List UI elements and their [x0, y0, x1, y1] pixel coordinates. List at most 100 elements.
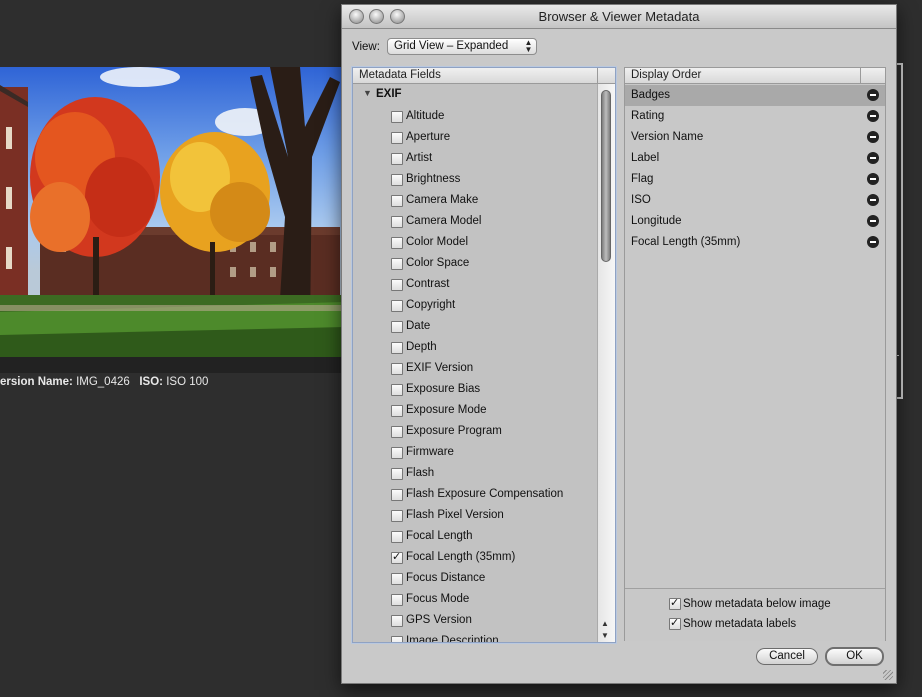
fields-scrollbar-thumb[interactable]: [601, 90, 611, 262]
display-order-item[interactable]: Label: [625, 148, 885, 169]
field-checkbox[interactable]: [391, 174, 403, 186]
field-row[interactable]: Focal Length: [353, 526, 597, 547]
field-checkbox[interactable]: [391, 405, 403, 417]
metadata-fields-header[interactable]: Metadata Fields: [353, 68, 615, 84]
remove-icon[interactable]: [867, 110, 879, 122]
field-checkbox[interactable]: [391, 510, 403, 522]
remove-icon[interactable]: [867, 152, 879, 164]
field-row[interactable]: GPS Version: [353, 610, 597, 631]
disclosure-triangle-icon[interactable]: ▼: [363, 88, 372, 98]
display-order-item[interactable]: Rating: [625, 106, 885, 127]
field-checkbox[interactable]: [391, 550, 403, 564]
field-row[interactable]: Exposure Mode: [353, 400, 597, 421]
exif-group-row[interactable]: ▼ EXIF: [353, 85, 597, 104]
field-label: Focal Length: [406, 530, 473, 542]
exif-group-label: EXIF: [376, 88, 402, 100]
select-arrows-icon: ▲ ▼: [524, 38, 533, 54]
display-order-header[interactable]: Display Order: [625, 68, 885, 84]
field-checkbox[interactable]: [391, 321, 403, 333]
field-checkbox[interactable]: [391, 447, 403, 459]
field-label: Depth: [406, 341, 437, 353]
field-row[interactable]: Camera Make: [353, 190, 597, 211]
field-label: Altitude: [406, 110, 445, 122]
field-row[interactable]: Brightness: [353, 169, 597, 190]
ok-button[interactable]: OK: [825, 647, 884, 666]
field-checkbox[interactable]: [391, 111, 403, 123]
display-order-item[interactable]: Longitude: [625, 211, 885, 232]
show-below-image-checkbox[interactable]: [669, 596, 681, 610]
field-row[interactable]: Contrast: [353, 274, 597, 295]
field-row[interactable]: Focus Distance: [353, 568, 597, 589]
view-label: View:: [352, 41, 380, 53]
field-checkbox[interactable]: [391, 300, 403, 312]
show-below-image-label[interactable]: Show metadata below image: [683, 598, 831, 610]
field-checkbox[interactable]: [391, 468, 403, 480]
field-checkbox[interactable]: [391, 426, 403, 438]
photo-image: [0, 67, 345, 357]
field-row[interactable]: Camera Model: [353, 211, 597, 232]
show-labels-label[interactable]: Show metadata labels: [683, 618, 796, 630]
remove-icon[interactable]: [867, 236, 879, 248]
field-label: Contrast: [406, 278, 450, 290]
field-checkbox[interactable]: [391, 342, 403, 354]
field-row[interactable]: Color Model: [353, 232, 597, 253]
field-row[interactable]: Focus Mode: [353, 589, 597, 610]
field-checkbox[interactable]: [391, 279, 403, 291]
field-checkbox[interactable]: [391, 363, 403, 375]
field-checkbox[interactable]: [391, 636, 403, 642]
field-row[interactable]: Copyright: [353, 295, 597, 316]
field-checkbox[interactable]: [391, 216, 403, 228]
field-row[interactable]: Exposure Program: [353, 421, 597, 442]
field-checkbox[interactable]: [391, 258, 403, 270]
field-row[interactable]: Exposure Bias: [353, 379, 597, 400]
field-row[interactable]: EXIF Version: [353, 358, 597, 379]
field-row[interactable]: Firmware: [353, 442, 597, 463]
remove-icon[interactable]: [867, 173, 879, 185]
field-checkbox[interactable]: [391, 573, 403, 585]
display-order-item[interactable]: Focal Length (35mm): [625, 232, 885, 253]
field-row[interactable]: Focal Length (35mm): [353, 547, 597, 568]
field-label: Color Space: [406, 257, 470, 269]
photo-preview: [0, 67, 345, 373]
display-order-item[interactable]: Badges: [625, 85, 885, 106]
field-checkbox[interactable]: [391, 132, 403, 144]
field-row[interactable]: Color Space: [353, 253, 597, 274]
field-checkbox[interactable]: [391, 489, 403, 501]
header-divider: [860, 68, 861, 83]
field-checkbox[interactable]: [391, 195, 403, 207]
field-label: Camera Model: [406, 215, 482, 227]
display-order-item[interactable]: Version Name: [625, 127, 885, 148]
field-row[interactable]: Flash Pixel Version: [353, 505, 597, 526]
field-row[interactable]: Artist: [353, 148, 597, 169]
scroll-down-arrow-icon[interactable]: ▼: [601, 631, 609, 640]
field-label: Color Model: [406, 236, 468, 248]
field-row[interactable]: Date: [353, 316, 597, 337]
field-checkbox[interactable]: [391, 237, 403, 249]
scroll-up-arrow-icon[interactable]: ▲: [601, 619, 609, 628]
field-row[interactable]: Depth: [353, 337, 597, 358]
field-checkbox[interactable]: [391, 531, 403, 543]
field-row[interactable]: Aperture: [353, 127, 597, 148]
field-checkbox[interactable]: [391, 615, 403, 627]
remove-icon[interactable]: [867, 131, 879, 143]
resize-grip-icon[interactable]: [883, 670, 893, 680]
view-select[interactable]: Grid View – Expanded ▲ ▼: [387, 38, 537, 55]
display-order-item[interactable]: Flag: [625, 169, 885, 190]
field-row[interactable]: Image Description: [353, 631, 597, 642]
field-row[interactable]: Altitude: [353, 106, 597, 127]
metadata-fields-list[interactable]: Metadata Fields ▼ EXIF Altitude Aperture A…: [352, 67, 616, 643]
show-labels-checkbox[interactable]: [669, 616, 681, 630]
display-order-list[interactable]: Display Order Badges Rating Version Name La…: [624, 67, 886, 641]
fields-scrollbar[interactable]: ▲ ▼: [597, 84, 615, 642]
field-row[interactable]: Flash Exposure Compensation: [353, 484, 597, 505]
remove-icon[interactable]: [867, 194, 879, 206]
remove-icon[interactable]: [867, 89, 879, 101]
field-checkbox[interactable]: [391, 594, 403, 606]
field-checkbox[interactable]: [391, 153, 403, 165]
display-order-item[interactable]: ISO: [625, 190, 885, 211]
remove-icon[interactable]: [867, 215, 879, 227]
dialog-titlebar[interactable]: Browser & Viewer Metadata: [342, 5, 896, 29]
field-checkbox[interactable]: [391, 384, 403, 396]
field-row[interactable]: Flash: [353, 463, 597, 484]
cancel-button[interactable]: Cancel: [756, 648, 818, 665]
